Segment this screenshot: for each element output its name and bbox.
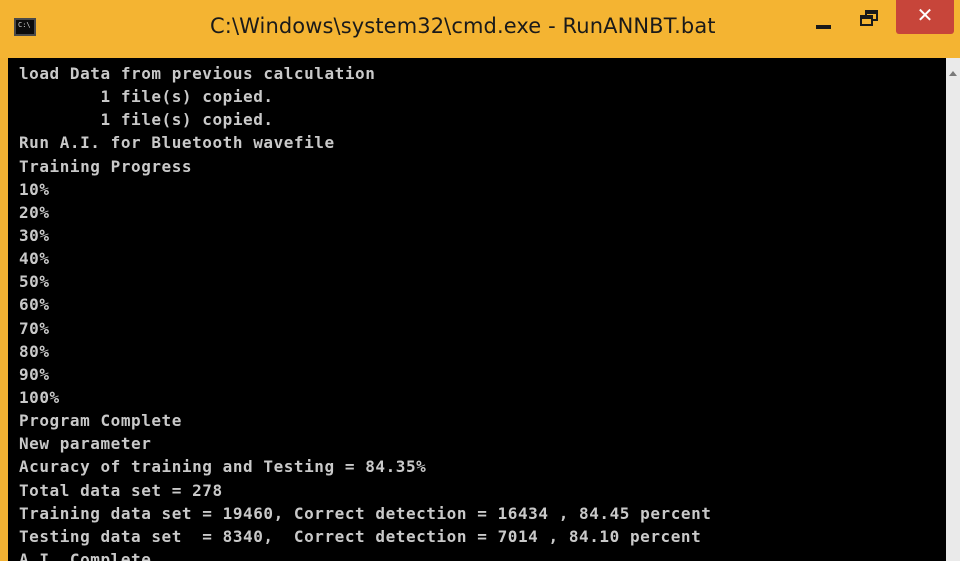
console-line: 1 file(s) copied. <box>19 110 274 130</box>
console-line: 20% <box>19 202 50 222</box>
maximize-button[interactable] <box>848 4 888 38</box>
console-line: 80% <box>19 341 50 361</box>
console-line: 60% <box>19 295 50 315</box>
scroll-up-arrow-icon[interactable] <box>949 71 957 76</box>
close-button[interactable]: ✕ <box>896 0 954 34</box>
vertical-scrollbar[interactable] <box>946 58 960 561</box>
minimize-button[interactable] <box>804 4 844 38</box>
window-title: C:\Windows\system32\cmd.exe - RunANNBT.b… <box>210 14 716 38</box>
console-line: Run A.I. for Bluetooth wavefile <box>19 133 335 153</box>
console-line: Total data set = 278 <box>19 480 223 500</box>
title-bar[interactable]: C:\ C:\Windows\system32\cmd.exe - RunANN… <box>0 0 960 58</box>
minimize-icon <box>816 25 831 29</box>
console-line: load Data from previous calculation <box>19 64 376 83</box>
console-lines: load Data from previous calculation 1 fi… <box>19 62 711 561</box>
console-line: 70% <box>19 318 50 338</box>
console-line: 50% <box>19 272 50 292</box>
console-output[interactable]: load Data from previous calculation 1 fi… <box>8 58 946 561</box>
console-line: A.I. Complete <box>19 549 152 561</box>
console-line: 90% <box>19 364 50 384</box>
console-line: New parameter <box>19 434 152 454</box>
console-line: 40% <box>19 249 50 269</box>
console-line: Testing data set = 8340, Correct detecti… <box>19 526 702 546</box>
cmd-console-icon[interactable]: C:\ <box>14 18 36 36</box>
console-line: 1 file(s) copied. <box>19 87 274 107</box>
console-line: 30% <box>19 225 50 245</box>
cmd-window: C:\ C:\Windows\system32\cmd.exe - RunANN… <box>0 0 960 561</box>
console-line: 10% <box>19 179 50 199</box>
console-line: Program Complete <box>19 411 182 431</box>
console-line: Training data set = 19460, Correct detec… <box>19 503 712 523</box>
console-line: Acuracy of training and Testing = 84.35% <box>19 457 427 477</box>
cmd-icon-glyph: C:\ <box>18 21 31 29</box>
console-line: 100% <box>19 387 60 407</box>
close-icon: ✕ <box>916 3 934 27</box>
restore-icon-front <box>860 15 873 26</box>
console-line: Training Progress <box>19 156 193 176</box>
